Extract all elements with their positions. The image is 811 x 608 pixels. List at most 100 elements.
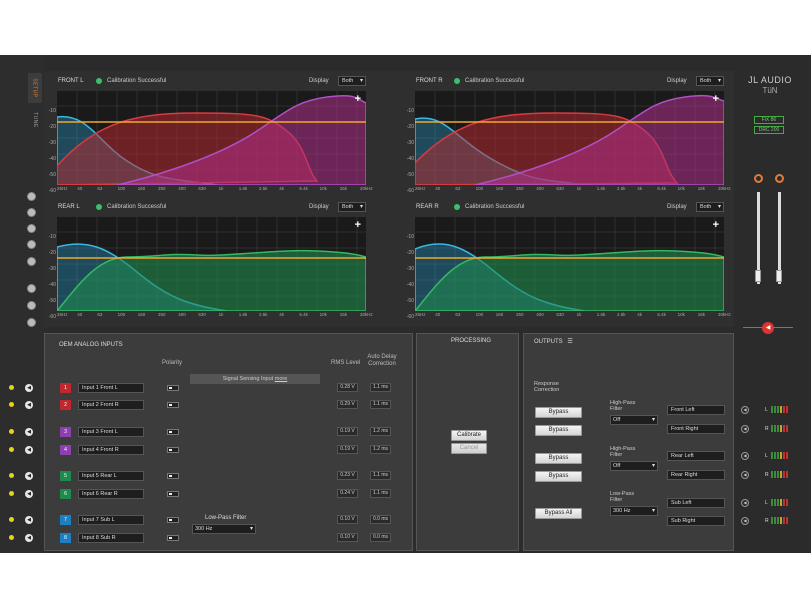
speaker-icon[interactable]: ◀ [25,446,33,454]
channel-name-field[interactable]: Input 1 Front L [78,383,144,393]
user-icon[interactable] [27,192,36,201]
channel-name-field[interactable]: Input 2 Front R [78,400,144,410]
rms-level-value: 0.28 V [337,383,358,392]
y-tick: -40 [406,282,414,288]
speaker-icon[interactable]: ◀ [25,401,33,409]
mute-icon[interactable]: ◀ [762,322,774,334]
x-tick: 20kHz [360,312,373,317]
graph-status-text: Calibration Successful [107,78,167,84]
bypass-front-r-button[interactable]: Bypass [535,425,582,436]
device-badge-2[interactable]: DRC 200 [754,126,784,134]
wrench-icon[interactable] [27,240,36,249]
x-tick: 20kHz [718,312,731,317]
power-icon[interactable] [27,301,36,310]
display-select[interactable]: Both [338,76,366,86]
output-speaker-icon[interactable]: ◀ [741,452,749,460]
speaker-icon[interactable]: ◀ [25,472,33,480]
add-point-icon[interactable]: + [713,93,719,105]
channel-name-field[interactable]: Input 5 Rear L [78,471,144,481]
channel-name-field[interactable]: Input 8 Sub R [78,533,144,543]
add-point-icon[interactable]: + [713,219,719,231]
save-icon[interactable] [27,224,36,233]
speaker-icon[interactable]: ◀ [25,428,33,436]
output-channel-label: R [765,518,769,524]
output-name-field[interactable]: Sub Right [667,516,725,526]
output-speaker-icon[interactable]: ◀ [741,499,749,507]
input-lpf-select[interactable]: 300 Hz [192,524,256,534]
output-name-field[interactable]: Rear Right [667,470,725,480]
bypass-rear-l-button[interactable]: Bypass [535,453,582,464]
add-point-icon[interactable]: + [355,93,361,105]
fader-left-handle[interactable] [755,270,761,282]
tab-setup[interactable]: SETUP [28,73,42,103]
output-speaker-icon[interactable]: ◀ [741,406,749,414]
y-tick: -10 [48,234,56,240]
help-icon[interactable] [27,318,36,327]
output-level-meter [771,517,788,524]
polarity-toggle[interactable] [167,402,179,408]
response-plot[interactable]: + [413,217,725,312]
output-speaker-icon[interactable]: ◀ [741,425,749,433]
speaker-icon[interactable]: ◀ [25,384,33,392]
polarity-toggle[interactable] [167,429,179,435]
list-icon[interactable] [27,257,36,266]
knob-right-icon[interactable] [775,174,784,183]
speaker-icon[interactable]: ◀ [25,534,33,542]
signal-sensing-more-link[interactable]: more [275,376,288,382]
speaker-icon[interactable]: ◀ [25,516,33,524]
x-tick: 63 [97,186,103,191]
tab-tune[interactable]: TUNE [28,105,42,135]
polarity-toggle[interactable] [167,491,179,497]
delay-value: 1.1 ms [370,471,391,480]
settings-icon[interactable] [27,284,36,293]
rms-level-value: 0.23 V [337,471,358,480]
cancel-button[interactable]: Cancel [451,443,487,454]
knob-left-icon[interactable] [754,174,763,183]
polarity-header: Polarity [162,360,183,366]
y-tick: -20 [48,124,56,130]
output-level-meter [771,406,788,413]
output-speaker-icon[interactable]: ◀ [741,471,749,479]
channel-name-field[interactable]: Input 3 Front L [78,427,144,437]
x-tick: 16k [339,186,348,191]
device-badge-1[interactable]: FiX 86 [754,116,784,124]
output-speaker-icon[interactable]: ◀ [741,517,749,525]
x-tick: 160 [495,186,504,191]
bypass-all-button[interactable]: Bypass All [535,508,582,519]
hpf-rear-select[interactable]: Off [610,461,658,471]
output-name-field[interactable]: Rear Left [667,451,725,461]
hpf-front-select[interactable]: Off [610,415,658,425]
polarity-toggle[interactable] [167,447,179,453]
bypass-front-l-button[interactable]: Bypass [535,407,582,418]
download-icon[interactable] [27,208,36,217]
response-plot[interactable]: + [55,217,367,312]
bypass-rear-r-button[interactable]: Bypass [535,471,582,482]
fader-right-handle[interactable] [776,270,782,282]
output-name-field[interactable]: Front Left [667,405,725,415]
display-select[interactable]: Both [696,202,724,212]
polarity-toggle[interactable] [167,473,179,479]
output-name-field[interactable]: Front Right [667,424,725,434]
x-tick: 1.6k [596,186,606,191]
channel-name-field[interactable]: Input 4 Front R [78,445,144,455]
lpf-sub-select[interactable]: 300 Hz [610,506,658,516]
output-name-field[interactable]: Sub Left [667,498,725,508]
y-tick: -30 [48,140,56,146]
channel-name-field[interactable]: Input 7 Sub L [78,515,144,525]
x-tick: 2.5k [617,186,626,191]
add-point-icon[interactable]: + [355,219,361,231]
graph-status-text: Calibration Successful [465,204,525,210]
calibrate-button[interactable]: Calibrate [451,430,487,441]
display-select[interactable]: Both [696,76,724,86]
menu-icon[interactable]: ☰ [567,339,572,345]
display-select[interactable]: Both [338,202,366,212]
polarity-toggle[interactable] [167,385,179,391]
x-tick: 10k [319,312,327,317]
response-plot[interactable]: + [414,91,725,186]
speaker-icon[interactable]: ◀ [25,490,33,498]
response-plot[interactable]: + [56,91,367,186]
channel-name-field[interactable]: Input 6 Rear R [78,489,144,499]
polarity-toggle[interactable] [167,517,179,523]
x-tick: 4k [279,312,284,317]
polarity-toggle[interactable] [167,535,179,541]
